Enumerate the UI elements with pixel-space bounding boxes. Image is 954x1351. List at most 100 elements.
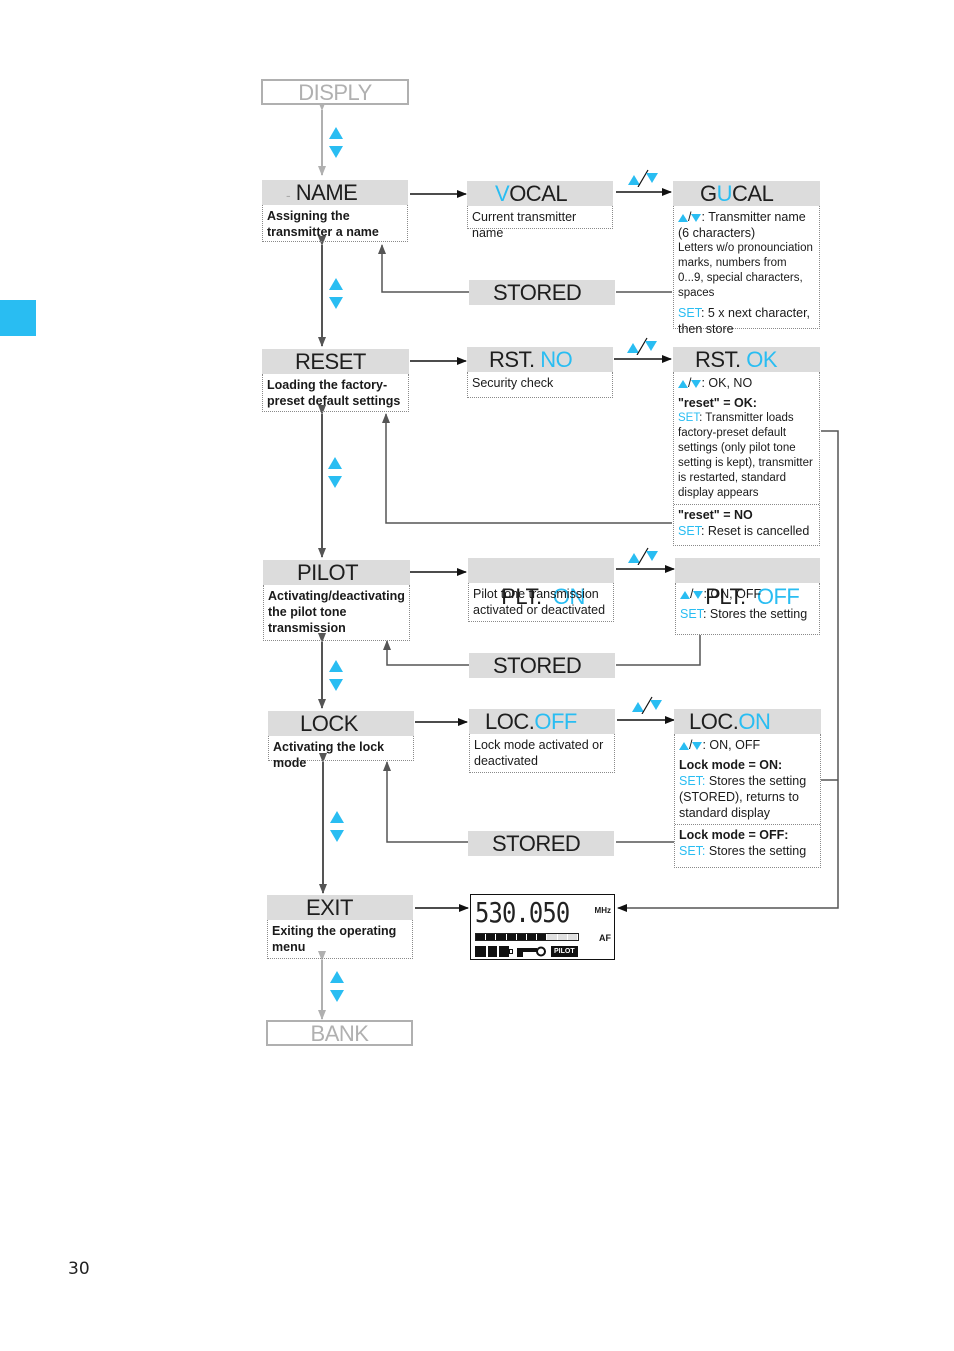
rst-ok-rest: RST. [695, 347, 747, 372]
menu-item-reset[interactable]: RESET [262, 349, 409, 374]
gucal-rest: CAL [732, 181, 774, 206]
loc-off-description: Lock mode activated or deactivated [469, 734, 615, 773]
name-description: Assigning the transmitter a name [262, 205, 408, 242]
up-down-buttons-icon [329, 278, 343, 309]
gucal-accent: U [716, 181, 733, 206]
pilot-description: Activating/deactivating the pilot tone t… [263, 585, 410, 641]
up-down-toggle-icon [627, 337, 657, 355]
menu-item-pilot[interactable]: PILOT [263, 560, 410, 585]
rst-ok-updown-text: : OK, NO [701, 376, 753, 390]
af-meter-segment [567, 934, 578, 940]
frequency-readout: 530.050 [475, 896, 570, 929]
plt-off-description: /: ON, OFF SET: Stores the setting [675, 583, 820, 635]
up-down-buttons-icon [329, 660, 343, 691]
loc-on-description: /: ON, OFF Lock mode = ON: SET: Stores t… [674, 734, 821, 868]
rst-no-description: Security check [467, 372, 613, 398]
up-icon [678, 379, 688, 388]
rst-no-accent: NO [540, 347, 573, 372]
loc-off-display: LOC.OFF [469, 709, 615, 734]
down-icon [692, 741, 703, 750]
af-level-meter [475, 933, 579, 941]
set-label: SET [678, 524, 701, 538]
down-icon [691, 379, 702, 388]
up-down-toggle-icon [628, 547, 658, 565]
vocal-rest: OCAL [509, 181, 568, 206]
af-meter-segment [476, 934, 486, 940]
down-icon [691, 213, 702, 222]
af-meter-segment [486, 934, 496, 940]
lock-on-text: SET: Stores the setting (STORED), return… [679, 773, 816, 821]
connector-pltoff-stored [616, 635, 701, 666]
af-meter-segment [506, 934, 516, 940]
lock-off-heading: Lock mode = OFF: [679, 828, 789, 842]
lock-on-heading: Lock mode = ON: [679, 758, 783, 772]
set-label: SET: [679, 774, 706, 788]
exit-description: Exiting the operating menu [267, 920, 413, 959]
plt-off-updown-text: : ON, OFF [703, 587, 762, 601]
stored-lock: STORED [468, 831, 614, 856]
af-meter-segment [516, 934, 527, 940]
page-number: 30 [68, 1259, 90, 1279]
key-lock-icon [517, 946, 546, 957]
gucal-set: SET: 5 x next character, then store [678, 305, 815, 337]
connector-rstok-reset [382, 413, 672, 524]
gucal-display: GUCAL [673, 181, 820, 206]
af-meter-segment [557, 934, 567, 940]
up-down-toggle-icon [632, 696, 662, 714]
gucal-note: Letters w/o pronounciation marks, number… [678, 242, 813, 299]
down-icon [693, 590, 704, 599]
loc-on-display: LOC.ON [674, 709, 821, 734]
plt-off-set: SET: Stores the setting [680, 606, 815, 622]
menu-item-disply[interactable]: DISPLY [261, 79, 409, 105]
menu-item-name[interactable]: - NAME [262, 180, 408, 205]
up-icon [678, 213, 688, 222]
set-label: SET [678, 306, 701, 320]
menu-item-name-title: NAME [295, 180, 358, 205]
up-icon [679, 741, 689, 750]
af-meter-segment [547, 934, 557, 940]
rst-no-display: RST. NO [467, 347, 613, 372]
up-down-toggle-icon [628, 169, 658, 187]
af-meter-segment [496, 934, 506, 940]
reset-no-section: "reset" = NO SET: Reset is cancelled [674, 504, 819, 539]
af-meter-segment [537, 934, 547, 940]
af-meter-segment [527, 934, 537, 940]
vocal-description: Current transmitter name [467, 206, 613, 240]
set-label: SET: [679, 844, 706, 858]
name-prefix: - [286, 187, 291, 203]
plt-off-display: PLT. OFF [675, 558, 820, 609]
up-icon [680, 590, 690, 599]
menu-item-lock[interactable]: LOCK [268, 711, 414, 736]
stored-pilot: STORED [469, 653, 615, 678]
plt-on-display: PLT. ON [468, 558, 614, 609]
reset-ok-text: SET: Transmitter loads factory-preset de… [678, 411, 815, 501]
loc-off-rest: LOC. [485, 709, 535, 734]
set-label: SET [678, 412, 700, 424]
plt-on-description: Pilot tone transmission activated or dea… [468, 583, 614, 622]
up-down-buttons-icon [329, 127, 343, 158]
reset-ok-body: : Transmitter loads factory-preset defau… [678, 412, 813, 499]
stored-name: STORED [469, 280, 615, 305]
pilot-indicator: PILOT [551, 946, 578, 957]
lock-off-text: Stores the setting [705, 844, 807, 858]
vocal-display: VOCAL [467, 181, 613, 206]
chapter-tab-marker [0, 300, 36, 336]
plt-off-set-text: : Stores the setting [702, 607, 808, 621]
reset-ok-heading: "reset" = OK: [678, 396, 757, 410]
reset-no-heading: "reset" = NO [678, 508, 753, 522]
gucal-description: /: Transmitter name (6 characters) Lette… [673, 206, 820, 336]
loc-off-accent: OFF [534, 709, 577, 734]
menu-item-bank[interactable]: BANK [266, 1020, 413, 1046]
reset-no-text: : Reset is cancelled [700, 524, 810, 538]
menu-item-exit[interactable]: EXIT [267, 895, 413, 920]
battery-tip [509, 949, 513, 954]
af-label: AF [599, 933, 611, 943]
loc-on-rest: LOC. [689, 709, 739, 734]
battery-icon [475, 946, 509, 957]
rst-ok-description: /: OK, NO "reset" = OK: SET: Transmitter… [673, 372, 820, 546]
connector-stored-lock [383, 761, 468, 843]
loc-on-accent: ON [738, 709, 771, 734]
up-down-buttons-icon [328, 457, 342, 488]
lock-off-section: Lock mode = OFF: SET: Stores the setting [675, 824, 820, 859]
connector-stored-pilot [383, 640, 469, 666]
